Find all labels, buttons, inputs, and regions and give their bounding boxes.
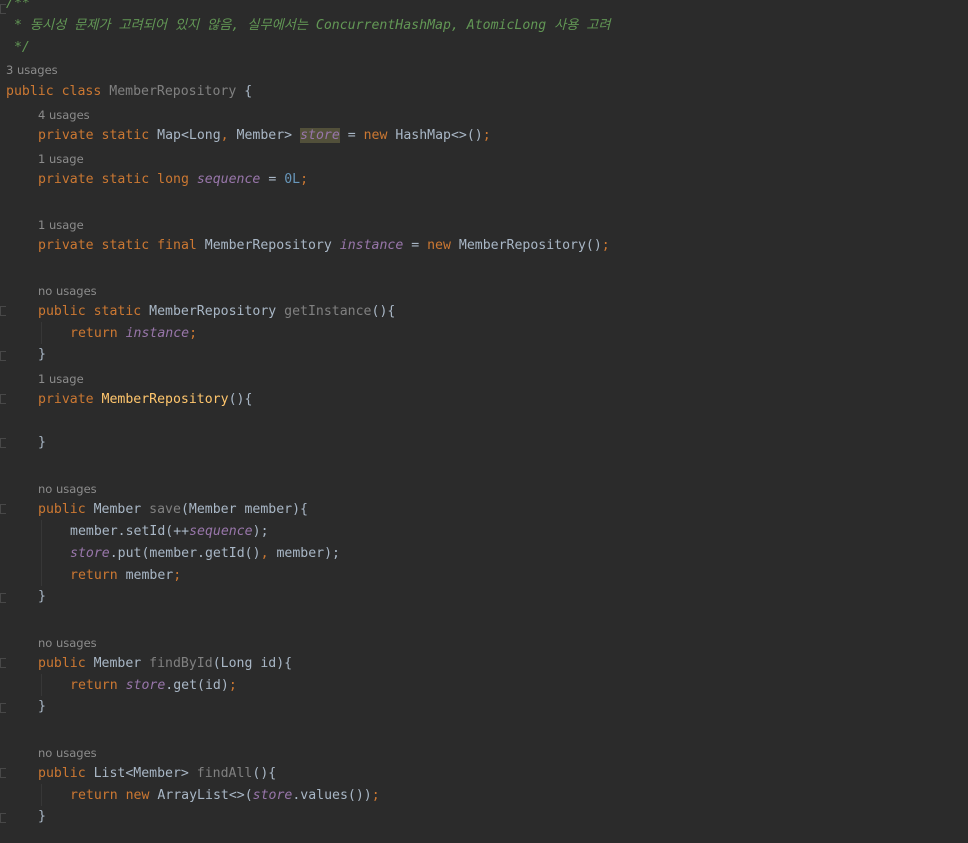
usage-hint[interactable]: 1 usage <box>38 218 84 232</box>
fold-marker[interactable] <box>0 504 6 514</box>
code-line-store-field: private static Map<Long, Member> store =… <box>38 128 491 143</box>
code-line-findbyid-decl: public Member findById(Long id){ <box>38 656 293 671</box>
code-line-return-member: return member; <box>70 568 182 583</box>
indent-guide <box>41 322 42 344</box>
code-line-close-brace: } <box>38 809 46 824</box>
usage-hint[interactable]: no usages <box>38 482 97 496</box>
indent-guide <box>41 784 42 806</box>
code-line-findall-decl: public List<Member> findAll(){ <box>38 766 277 781</box>
usage-hint[interactable]: 1 usage <box>38 372 84 386</box>
comment-line: /** <box>6 0 30 11</box>
code-line-return-arraylist: return new ArrayList<>(store.values()); <box>70 788 380 803</box>
fold-marker[interactable] <box>0 593 6 603</box>
code-line-save-decl: public Member save(Member member){ <box>38 502 308 517</box>
indent-guide <box>41 674 42 696</box>
code-line-constructor: private MemberRepository(){ <box>38 392 253 407</box>
code-line-return-instance: return instance; <box>70 326 198 341</box>
code-line-getinstance-decl: public static MemberRepository getInstan… <box>38 304 396 319</box>
code-line-close-brace: } <box>38 347 46 362</box>
code-line-store-put: store.put(member.getId(), member); <box>70 546 340 561</box>
fold-marker[interactable] <box>0 768 6 778</box>
code-line-return-get: return store.get(id); <box>70 678 237 693</box>
code-line-close-brace: } <box>38 699 46 714</box>
code-editor[interactable]: /** * 동시성 문제가 고려되어 있지 않음, 실무에서는 Concurre… <box>0 0 968 843</box>
fold-marker[interactable] <box>0 351 6 361</box>
usage-hint[interactable]: 3 usages <box>6 63 58 77</box>
code-line-close-brace: } <box>38 435 46 450</box>
code-line-class-decl: public class MemberRepository { <box>6 84 253 99</box>
fold-marker[interactable] <box>0 394 6 404</box>
indent-guide <box>41 520 42 586</box>
usage-hint[interactable]: no usages <box>38 746 97 760</box>
usage-hint[interactable]: 1 usage <box>38 152 84 166</box>
fold-marker[interactable] <box>0 658 6 668</box>
code-line-instance-field: private static final MemberRepository in… <box>38 238 610 253</box>
fold-marker[interactable] <box>0 306 6 316</box>
usage-hint[interactable]: no usages <box>38 284 97 298</box>
usage-hint[interactable]: no usages <box>38 636 97 650</box>
class-name[interactable]: MemberRepository <box>109 84 236 99</box>
fold-marker[interactable] <box>0 813 6 823</box>
store-field-highlighted[interactable]: store <box>300 128 340 143</box>
comment-line: */ <box>6 40 30 55</box>
code-line-sequence-field: private static long sequence = 0L; <box>38 172 309 187</box>
fold-marker[interactable] <box>0 438 6 448</box>
code-line-set-id: member.setId(++sequence); <box>70 524 269 539</box>
code-line-close-brace: } <box>38 589 46 604</box>
comment-line: * 동시성 문제가 고려되어 있지 않음, 실무에서는 ConcurrentHa… <box>6 18 611 33</box>
usage-hint[interactable]: 4 usages <box>38 108 90 122</box>
fold-marker[interactable] <box>0 703 6 713</box>
